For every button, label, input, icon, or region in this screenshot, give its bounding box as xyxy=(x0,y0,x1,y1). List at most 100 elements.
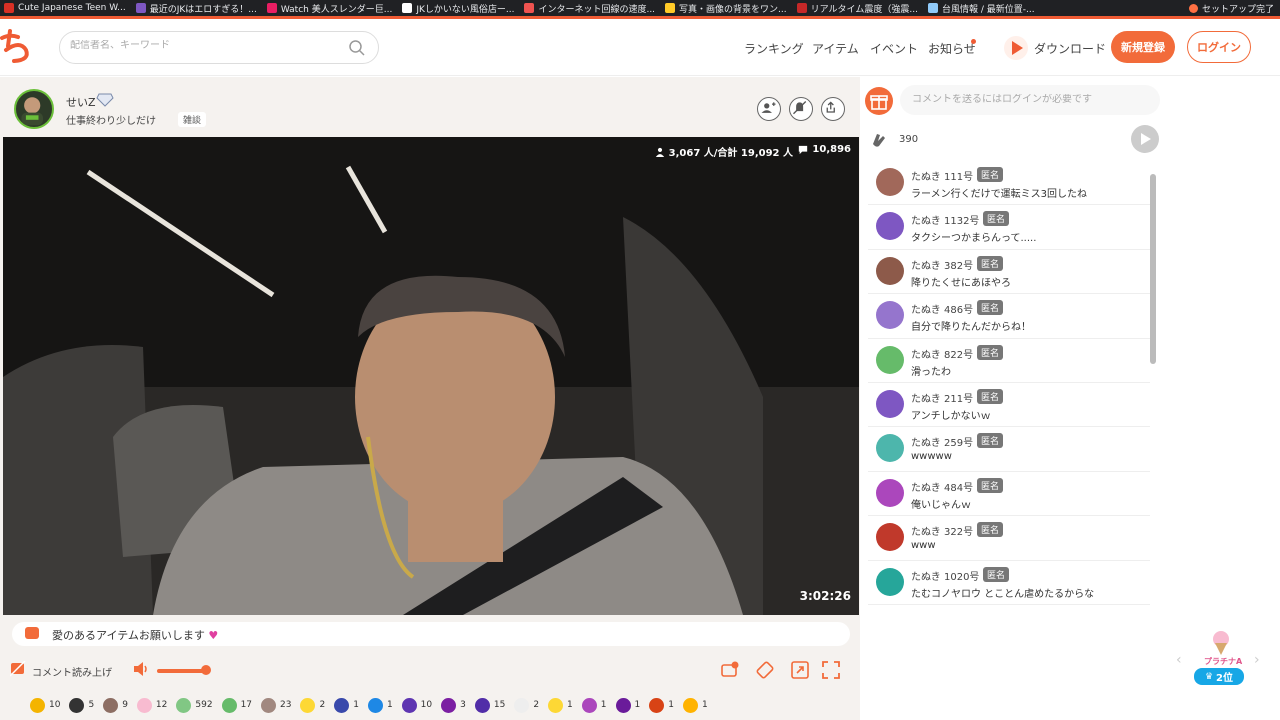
gift-icon xyxy=(103,697,119,713)
gift-item[interactable]: 3 xyxy=(441,697,466,713)
bookmark-label: Cute Japanese Teen W... xyxy=(18,3,126,13)
gift-count: 10 xyxy=(49,700,61,710)
bookmark-favicon-icon xyxy=(135,3,146,13)
chat-username[interactable]: たぬき 382号 xyxy=(911,257,973,272)
bookmark-item[interactable]: Cute Japanese Teen W... xyxy=(4,3,126,13)
nav-download[interactable]: ダウンロード xyxy=(1034,40,1106,57)
mute-notifications-button[interactable] xyxy=(789,97,813,121)
tanuki-avatar-icon[interactable] xyxy=(876,567,904,596)
gift-icon xyxy=(581,697,597,713)
tanuki-avatar-icon[interactable] xyxy=(876,478,904,507)
gift-item[interactable]: 1 xyxy=(615,697,640,713)
comment-icon xyxy=(799,145,808,154)
share-button[interactable] xyxy=(821,97,845,121)
tanuki-avatar-icon[interactable] xyxy=(876,434,904,463)
popout-icon[interactable] xyxy=(790,660,810,680)
gift-item[interactable]: 17 xyxy=(221,697,253,713)
pinned-message-bar: 愛のあるアイテムお願いします ♥ xyxy=(12,622,850,646)
gift-item[interactable]: 2 xyxy=(514,697,539,713)
chat-username[interactable]: たぬき 1020号 xyxy=(911,568,979,583)
bookmark-item[interactable]: 写真・画像の背景をワン... xyxy=(665,2,787,15)
streamer-name[interactable]: せいZ xyxy=(66,94,96,110)
readout-off-icon[interactable] xyxy=(10,661,26,677)
chat-username[interactable]: たぬき 322号 xyxy=(911,523,973,538)
quality-settings-icon[interactable] xyxy=(720,660,740,680)
follow-button[interactable] xyxy=(757,97,781,121)
gift-item[interactable]: 5 xyxy=(69,697,94,713)
tanuki-avatar-icon[interactable] xyxy=(876,256,904,285)
gift-item[interactable]: 1 xyxy=(334,697,359,713)
volume-icon[interactable] xyxy=(132,661,150,677)
tanuki-avatar-icon[interactable] xyxy=(876,345,904,374)
send-button[interactable] xyxy=(1131,125,1159,153)
bookmark-item[interactable]: 最近のJKはエロすぎる！... xyxy=(135,2,257,15)
search-icon[interactable] xyxy=(348,39,366,57)
prev-arrow-icon[interactable]: ‹ xyxy=(1176,652,1182,668)
site-logo[interactable] xyxy=(0,28,34,66)
gift-item[interactable]: 592 xyxy=(176,697,213,713)
chat-scrollbar[interactable] xyxy=(1150,174,1156,364)
chat-panel: 390 たぬき 111号匿名ラーメン行くだけで運転ミス3回したねたぬき 1132… xyxy=(860,77,1280,720)
gift-item[interactable]: 1 xyxy=(682,697,708,713)
comment-input[interactable] xyxy=(912,94,1152,105)
gift-item[interactable]: 15 xyxy=(474,697,505,713)
gift-item[interactable]: 1 xyxy=(581,697,607,713)
gift-item[interactable]: 9 xyxy=(103,697,128,713)
bookmark-item[interactable]: 台風情報 / 最新位置-... xyxy=(927,2,1035,15)
gift-button[interactable] xyxy=(865,87,893,115)
gift-item[interactable]: 1 xyxy=(649,697,674,713)
bookmark-item[interactable]: インターネット回線の速度... xyxy=(524,2,655,15)
search-box[interactable] xyxy=(59,31,379,64)
tanuki-avatar-icon[interactable] xyxy=(876,168,904,196)
gift-item[interactable]: 1 xyxy=(548,697,573,713)
gift-item[interactable]: 10 xyxy=(30,697,61,713)
chat-username[interactable]: たぬき 486号 xyxy=(911,301,973,316)
tanuki-avatar-icon[interactable] xyxy=(876,523,904,552)
readout-label[interactable]: コメント読み上げ xyxy=(32,664,112,679)
bookmark-item[interactable]: リアルタイム震度（強震... xyxy=(796,2,918,15)
person-icon xyxy=(655,147,664,157)
gift-item[interactable]: 12 xyxy=(136,697,167,713)
nav-events[interactable]: イベント xyxy=(870,40,918,57)
anonymous-badge: 匿名 xyxy=(983,211,1010,227)
add-user-icon xyxy=(761,102,776,113)
nav-ranking[interactable]: ランキング xyxy=(744,40,804,57)
tanuki-avatar-icon[interactable] xyxy=(876,301,904,330)
tanuki-avatar-icon[interactable] xyxy=(876,389,904,418)
login-button[interactable]: ログイン xyxy=(1187,31,1251,63)
nav-notices[interactable]: お知らせ xyxy=(928,40,976,57)
chat-username[interactable]: たぬき 259号 xyxy=(911,434,973,449)
volume-slider-handle[interactable] xyxy=(201,665,211,675)
gift-count: 17 xyxy=(240,700,253,710)
category-tag[interactable]: 雑談 xyxy=(178,112,207,127)
bookmark-item[interactable]: JKしかいない風俗店ー... xyxy=(402,2,514,15)
chat-username[interactable]: たぬき 211号 xyxy=(911,390,973,405)
download-icon[interactable] xyxy=(1004,36,1028,60)
gift-item[interactable]: 2 xyxy=(300,697,325,713)
signup-button[interactable]: 新規登録 xyxy=(1111,31,1175,63)
rank-widget[interactable]: プラチナA ♛ 2位 xyxy=(1190,630,1250,700)
chat-list[interactable]: たぬき 111号 匿名 ラーメン行くだけで運転ミス3回したね たぬき 1132号 匿名タ… xyxy=(868,161,1158,697)
bookmark-item[interactable]: Watch 美人スレンダー巨... xyxy=(266,2,392,15)
streamer-avatar[interactable] xyxy=(14,89,54,129)
clap-icon[interactable] xyxy=(869,130,889,148)
search-input[interactable] xyxy=(70,40,340,51)
volume-slider-track[interactable] xyxy=(157,669,206,673)
fullscreen-icon[interactable] xyxy=(821,660,841,680)
rotate-icon[interactable] xyxy=(755,660,775,680)
chat-message: たぬき 259号 匿名 wwwww xyxy=(868,427,1150,472)
gift-item[interactable]: 23 xyxy=(261,697,291,713)
chat-username[interactable]: たぬき 111号 xyxy=(911,168,973,183)
chat-username[interactable]: たぬき 822号 xyxy=(911,346,973,361)
nav-items[interactable]: アイテム xyxy=(812,40,859,57)
gift-item[interactable]: 10 xyxy=(401,697,432,713)
chat-username[interactable]: たぬき 484号 xyxy=(911,479,973,494)
chat-username[interactable]: たぬき 1132号 xyxy=(911,212,979,227)
video-player[interactable]: 3,067 人/合計 19,092 人 10,896 3:02:26 xyxy=(3,137,859,615)
next-arrow-icon[interactable]: › xyxy=(1254,652,1260,668)
anonymous-badge: 匿名 xyxy=(977,388,1004,404)
gift-item[interactable]: 1 xyxy=(367,697,393,713)
comment-box[interactable] xyxy=(900,85,1160,115)
tanuki-avatar-icon[interactable] xyxy=(876,212,904,241)
bookmarks-right[interactable]: セットアップ完了 xyxy=(1188,0,1274,16)
